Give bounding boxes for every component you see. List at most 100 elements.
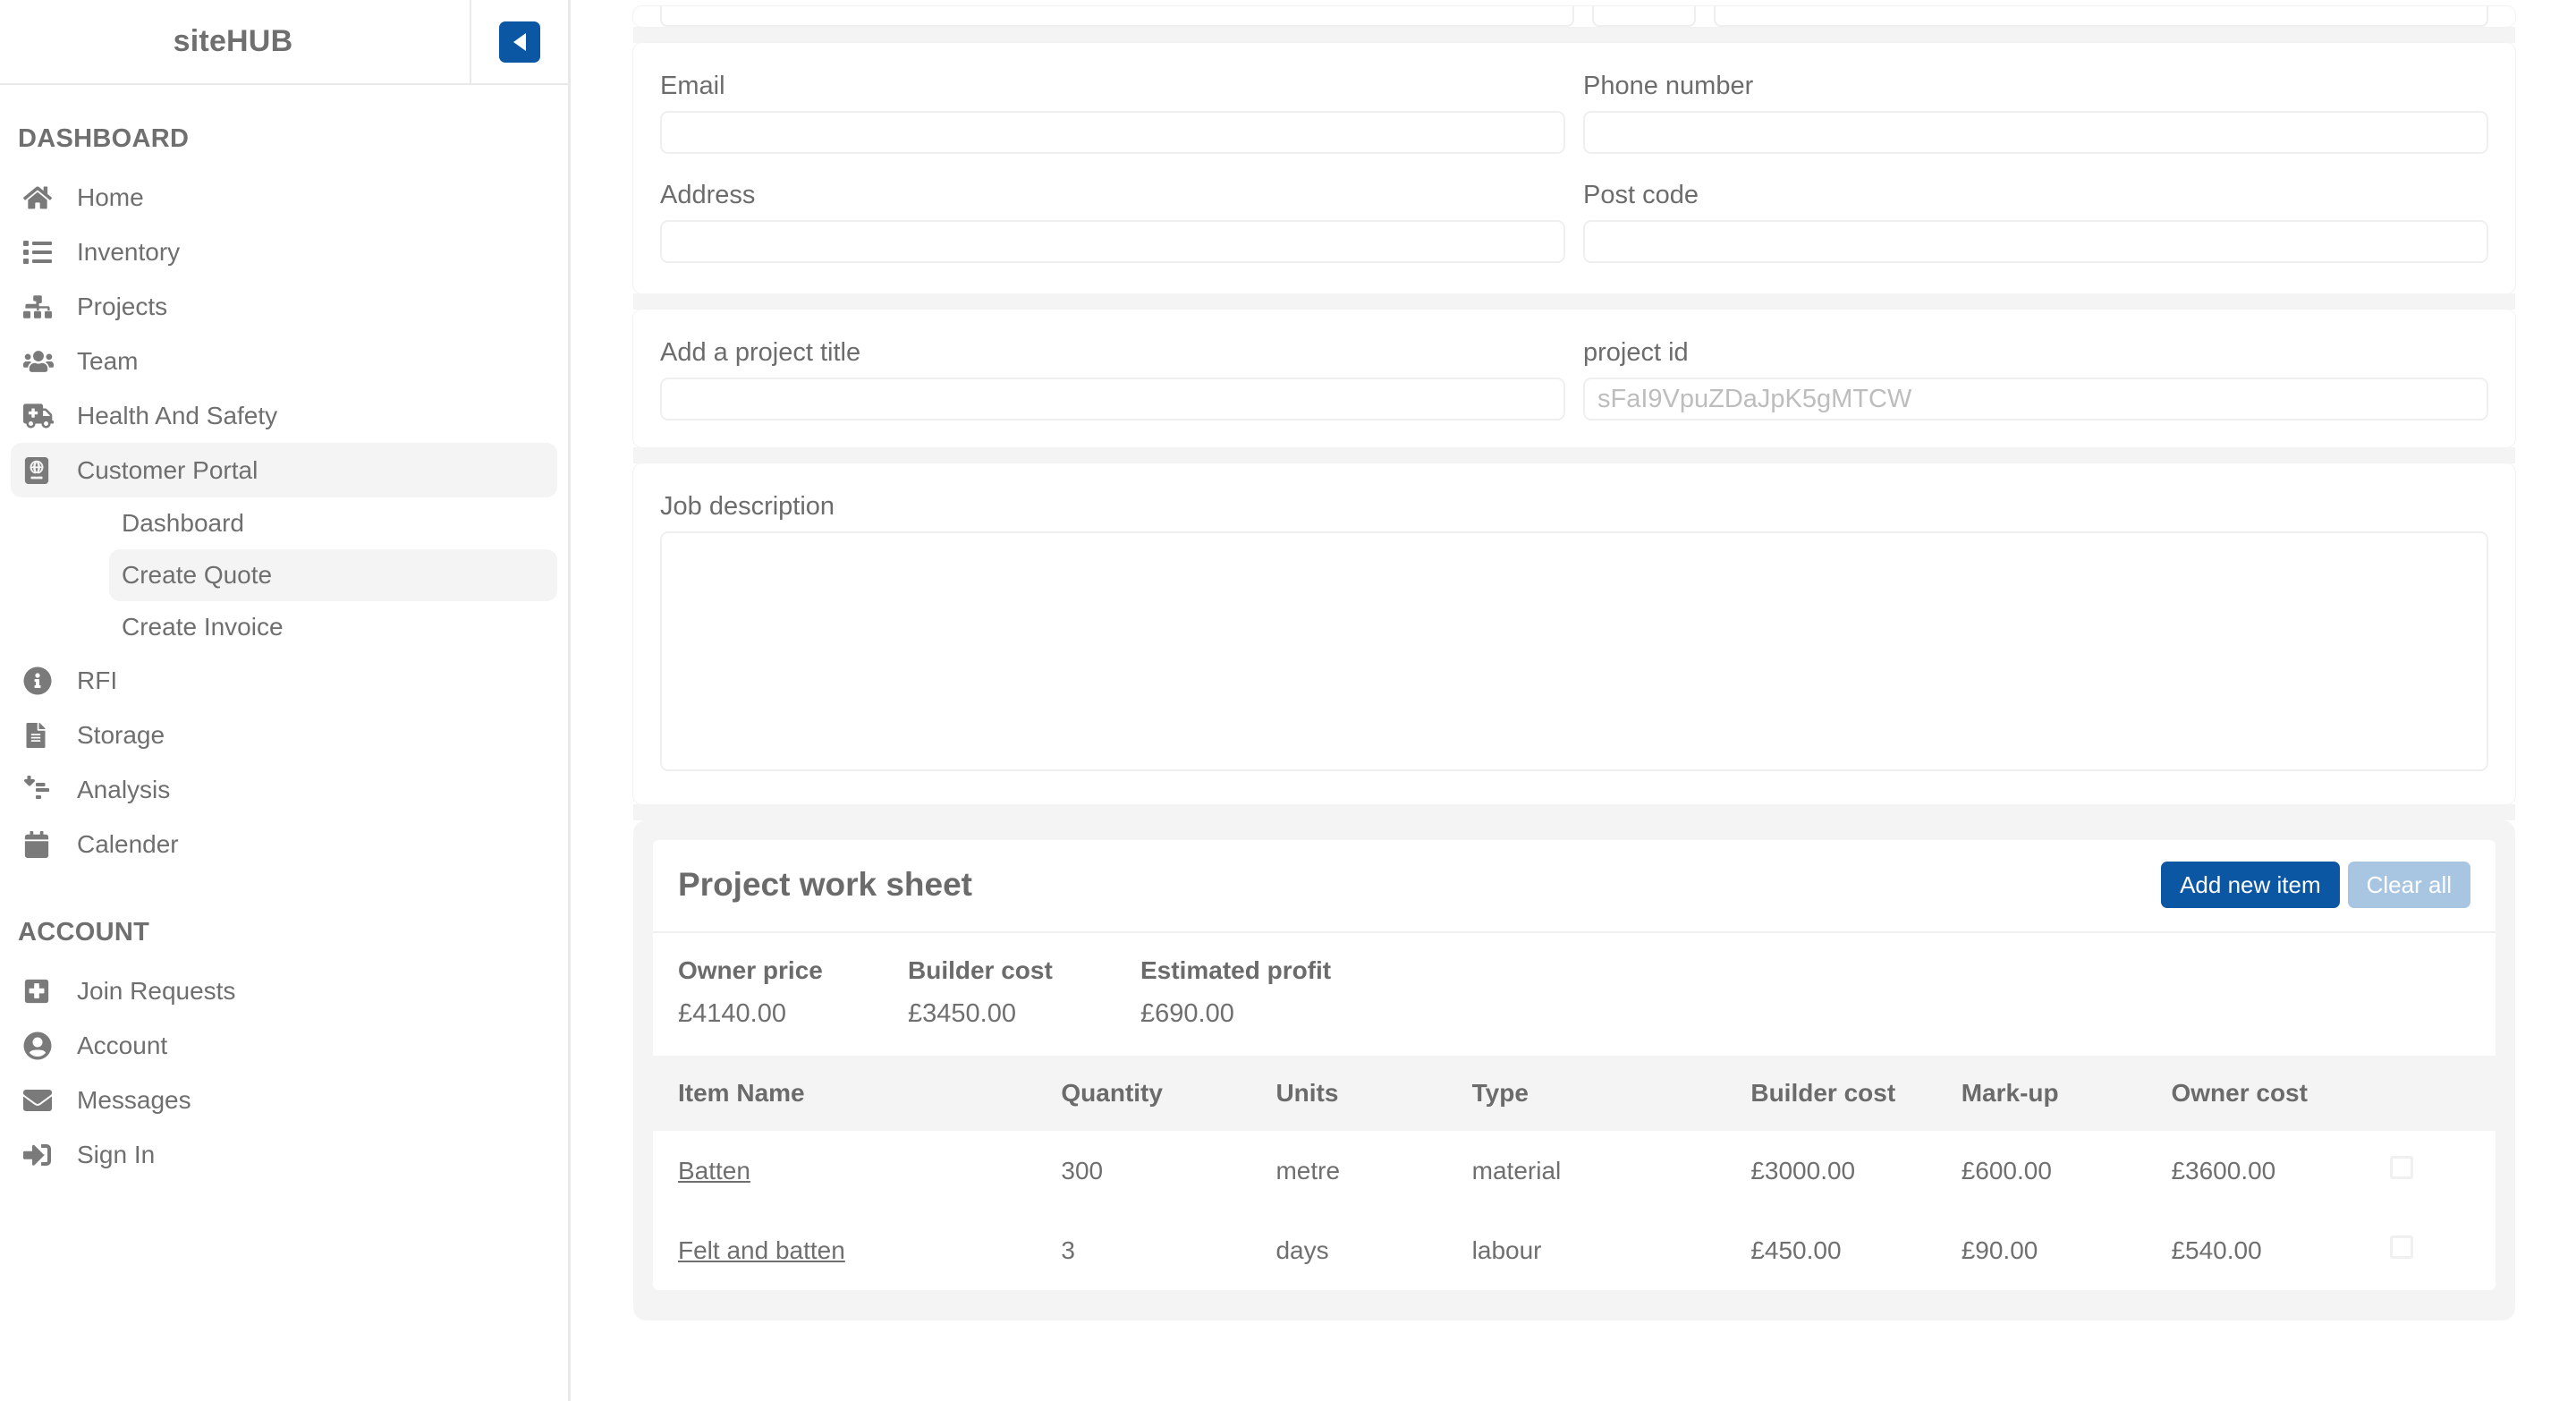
phone-number-input[interactable] xyxy=(1583,111,2488,154)
sort-amount-down-icon xyxy=(23,775,64,804)
post-code-input[interactable] xyxy=(1583,220,2488,263)
summary-value: £690.00 xyxy=(1140,999,1234,1028)
column-header-mark-up: Mark-up xyxy=(1961,1056,2172,1131)
chevron-left-icon xyxy=(510,30,530,54)
project-work-sheet-inner: Project work sheet Add new item Clear al… xyxy=(653,840,2496,1290)
sidebar-item-label: Home xyxy=(77,183,144,211)
sidebar-subitem-dashboard[interactable]: Dashboard xyxy=(109,497,557,549)
sidebar-item-label: Team xyxy=(77,346,139,375)
sidebar-item-customer-portal[interactable]: Customer Portal xyxy=(11,443,557,497)
job-description-field-group: Job description xyxy=(660,492,2488,776)
add-new-item-button[interactable]: Add new item xyxy=(2161,862,2340,908)
sidebar-item-sign-in[interactable]: Sign In xyxy=(11,1127,557,1182)
sidebar-item-rfi[interactable]: RFI xyxy=(11,653,557,708)
sidebar-subitem-create-quote[interactable]: Create Quote xyxy=(109,549,557,601)
sidebar-item-label: Messages xyxy=(77,1085,191,1114)
sidebar-item-label: Health And Safety xyxy=(77,401,278,429)
ambulance-icon xyxy=(23,401,64,431)
sidebar-collapse-button[interactable] xyxy=(499,21,540,63)
address-input[interactable] xyxy=(660,220,1565,263)
sidebar-header: siteHUB xyxy=(0,0,568,85)
sidebar-item-label: Storage xyxy=(77,720,165,749)
info-circle-icon xyxy=(23,667,64,695)
sidebar-section-account-title: ACCOUNT xyxy=(18,918,150,947)
post-code-label: Post code xyxy=(1583,181,1699,209)
column-header-owner-cost: Owner cost xyxy=(2171,1056,2391,1131)
app-shell: siteHUB DASHBOARD Home Inventory Project… xyxy=(0,0,2576,1401)
project-id-input[interactable] xyxy=(1583,378,2488,420)
project-work-sheet-actions: Add new item Clear all xyxy=(2161,862,2470,908)
card-spacer xyxy=(633,27,2515,43)
project-title-label: Add a project title xyxy=(660,338,861,367)
sidebar-item-label: Projects xyxy=(77,292,168,320)
address-postcode-row: Address Post code xyxy=(633,181,2515,263)
summary-label: Owner price xyxy=(678,956,823,984)
sidebar-subitem-label: Create Quote xyxy=(122,561,273,589)
cell-units: metre xyxy=(1275,1131,1472,1210)
sidebar-item-analysis[interactable]: Analysis xyxy=(11,762,557,817)
cell-mark-up: £600.00 xyxy=(1961,1131,2172,1210)
partial-field-row xyxy=(633,6,2515,27)
sidebar-item-projects[interactable]: Projects xyxy=(11,279,557,334)
cell-units: days xyxy=(1275,1210,1472,1290)
sidebar-item-home[interactable]: Home xyxy=(11,170,557,225)
project-title-input[interactable] xyxy=(660,378,1565,420)
partial-input-a[interactable] xyxy=(660,6,1574,27)
cell-type: labour xyxy=(1471,1210,1751,1290)
clear-all-button[interactable]: Clear all xyxy=(2347,862,2470,908)
sidebar-section-dashboard-title: DASHBOARD xyxy=(18,124,190,153)
sidebar-item-storage[interactable]: Storage xyxy=(11,708,557,762)
item-name-link[interactable]: Batten xyxy=(678,1157,750,1184)
sign-in-icon xyxy=(23,1141,64,1169)
worksheet-table: Item Name Quantity Units Type Builder co… xyxy=(653,1056,2496,1290)
sidebar-subitem-create-invoice[interactable]: Create Invoice xyxy=(109,601,557,653)
sidebar-item-label: Customer Portal xyxy=(77,455,258,484)
sidebar-item-label: Inventory xyxy=(77,237,181,266)
partial-input-c[interactable] xyxy=(1714,6,2488,27)
square-plus-icon xyxy=(23,978,64,1005)
worksheet-table-body: Batten 300 metre material £3000.00 £600.… xyxy=(653,1131,2496,1290)
sidebar-item-join-requests[interactable]: Join Requests xyxy=(11,964,557,1018)
column-header-quantity: Quantity xyxy=(1061,1056,1276,1131)
sidebar-item-account[interactable]: Account xyxy=(11,1018,557,1073)
phone-field-group: Phone number xyxy=(1583,72,2488,154)
job-description-textarea[interactable] xyxy=(660,531,2488,771)
cell-builder-cost: £3000.00 xyxy=(1750,1131,1962,1210)
calendar-icon xyxy=(23,830,64,858)
email-input[interactable] xyxy=(660,111,1565,154)
file-lines-icon xyxy=(23,722,64,748)
item-name-link[interactable]: Felt and batten xyxy=(678,1236,845,1264)
summary-label: Estimated profit xyxy=(1140,956,1332,984)
sidebar-item-messages[interactable]: Messages xyxy=(11,1073,557,1127)
table-header-row: Item Name Quantity Units Type Builder co… xyxy=(653,1056,2496,1131)
partial-card-top xyxy=(633,6,2515,27)
worksheet-summary: Owner price £4140.00 Builder cost £3450.… xyxy=(653,933,2496,1056)
sidebar-item-label: Account xyxy=(77,1031,168,1059)
collapse-button-wrap xyxy=(470,0,568,84)
summary-estimated-profit: Estimated profit £690.00 xyxy=(1140,956,1498,1029)
sidebar-item-inventory[interactable]: Inventory xyxy=(11,225,557,279)
row-select-checkbox[interactable] xyxy=(2390,1156,2414,1179)
job-description-card: Job description xyxy=(633,463,2515,804)
brand-logo: siteHUB xyxy=(173,24,293,58)
sidebar-item-health-and-safety[interactable]: Health And Safety xyxy=(11,388,557,443)
sidebar-item-team[interactable]: Team xyxy=(11,334,557,388)
row-select-checkbox[interactable] xyxy=(2390,1235,2414,1259)
card-spacer xyxy=(633,293,2515,310)
cell-quantity: 3 xyxy=(1061,1210,1276,1290)
cell-item-name: Batten xyxy=(653,1131,1062,1210)
partial-input-b[interactable] xyxy=(1592,6,1696,27)
cell-quantity: 300 xyxy=(1061,1131,1276,1210)
contact-details-card: Email Phone number Address Post code xyxy=(633,43,2515,293)
sidebar-item-label: Analysis xyxy=(77,775,171,803)
sidebar-item-label: Sign In xyxy=(77,1140,156,1168)
sidebar-item-label: Calender xyxy=(77,829,179,858)
cell-owner-cost: £3600.00 xyxy=(2171,1131,2391,1210)
sidebar-item-calender[interactable]: Calender xyxy=(11,817,557,871)
sitemap-icon xyxy=(23,293,64,321)
table-row: Felt and batten 3 days labour £450.00 £9… xyxy=(653,1210,2496,1290)
summary-label: Builder cost xyxy=(908,956,1053,984)
summary-builder-cost: Builder cost £3450.00 xyxy=(908,956,1140,1029)
summary-owner-price: Owner price £4140.00 xyxy=(678,956,908,1029)
project-title-card: Add a project title project id xyxy=(633,310,2515,447)
